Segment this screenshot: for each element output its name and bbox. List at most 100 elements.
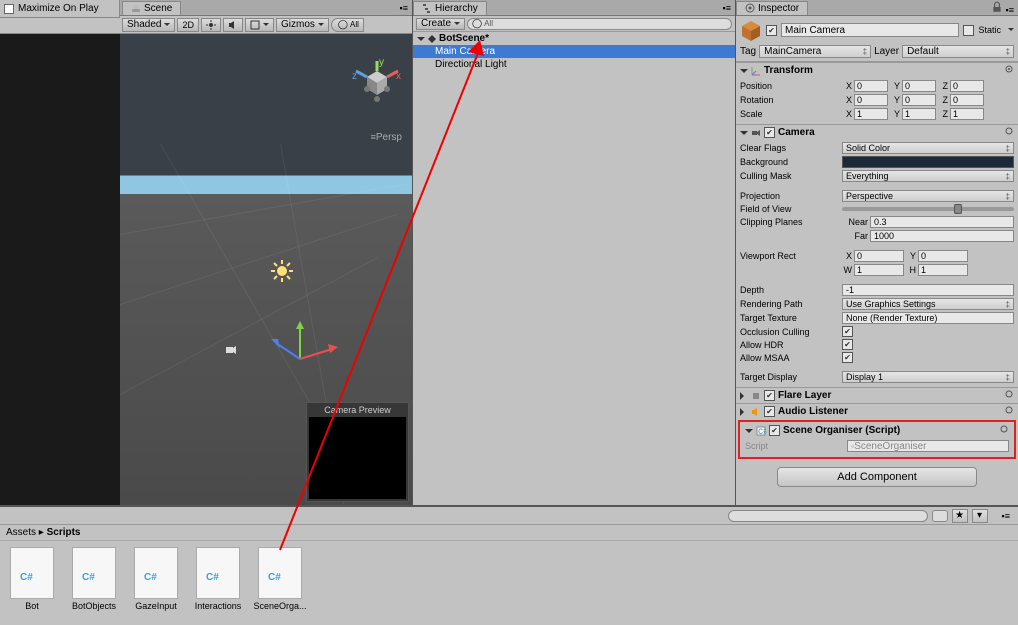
image-icon (250, 20, 260, 30)
orientation-gizmo[interactable]: y x z (352, 59, 402, 109)
static-dropdown[interactable] (1005, 25, 1014, 36)
scale-y[interactable]: 1 (902, 108, 936, 120)
viewport-y[interactable]: 0 (918, 250, 968, 262)
search-mode-button[interactable] (932, 510, 948, 522)
unity-scene-icon (427, 34, 437, 44)
hierarchy-create-dropdown[interactable]: Create (416, 18, 465, 30)
directional-light-gizmo[interactable] (270, 259, 294, 283)
csharp-file-icon: C# (196, 547, 240, 599)
position-y[interactable]: 0 (902, 80, 936, 92)
add-component-button[interactable]: Add Component (777, 467, 977, 487)
layer-dropdown[interactable]: Default (902, 45, 1014, 58)
rotation-x[interactable]: 0 (854, 94, 888, 106)
position-x[interactable]: 0 (854, 80, 888, 92)
msaa-checkbox[interactable] (842, 352, 853, 363)
filter-type-button[interactable]: ▾ (972, 509, 988, 523)
tab-inspector[interactable]: Inspector (736, 1, 808, 15)
script-field[interactable]: ◦ SceneOrganiser (847, 440, 1009, 452)
scale-x[interactable]: 1 (854, 108, 888, 120)
maximize-on-play-toggle[interactable]: Maximize On Play (0, 0, 120, 18)
toggle-audio[interactable] (223, 18, 243, 32)
transform-header[interactable]: Transform (736, 63, 1018, 78)
tab-hierarchy[interactable]: Hierarchy (413, 1, 487, 15)
position-z[interactable]: 0 (950, 80, 984, 92)
gear-icon[interactable] (1004, 64, 1014, 74)
inspector-icon (745, 3, 755, 13)
gear-icon[interactable] (1004, 389, 1014, 399)
camera-gizmo[interactable] (225, 344, 237, 356)
gameobject-active-checkbox[interactable] (766, 25, 777, 36)
asset-gazeinput[interactable]: C#GazeInput (130, 547, 182, 611)
svg-text:C#: C# (20, 572, 33, 583)
rotation-z[interactable]: 0 (950, 94, 984, 106)
hdr-checkbox[interactable] (842, 339, 853, 350)
scene-viewport[interactable]: y x z ≡Persp (120, 34, 412, 505)
gear-icon[interactable] (999, 424, 1009, 434)
background-color-field[interactable] (842, 156, 1014, 168)
audio-listener-header[interactable]: Audio Listener (736, 404, 1018, 419)
project-pane-menu[interactable]: ▪≡ (998, 511, 1014, 521)
occlusion-checkbox[interactable] (842, 326, 853, 337)
fov-slider[interactable] (842, 207, 1014, 211)
transform-gizmo[interactable] (270, 319, 340, 389)
highlight-box: c# Scene Organiser (Script) Script◦ Scen… (738, 420, 1016, 459)
far-clip-field[interactable]: 1000 (870, 230, 1014, 242)
flare-enabled-checkbox[interactable] (764, 390, 775, 401)
lock-icon (991, 1, 1003, 13)
project-search[interactable] (728, 510, 928, 522)
scale-z[interactable]: 1 (950, 108, 984, 120)
toggle-2d[interactable]: 2D (177, 18, 199, 32)
flare-icon (751, 391, 761, 401)
static-checkbox[interactable] (963, 25, 974, 36)
gameobject-name-field[interactable]: Main Camera (781, 23, 959, 37)
clear-flags-dropdown[interactable]: Solid Color (842, 142, 1014, 154)
gizmos-dropdown[interactable]: Gizmos (276, 18, 329, 32)
camera-header[interactable]: Camera (736, 125, 1018, 140)
asset-botobjects[interactable]: C#BotObjects (68, 547, 120, 611)
csharp-file-icon: C# (134, 547, 178, 599)
viewport-x[interactable]: 0 (854, 250, 904, 262)
gear-icon[interactable] (1004, 405, 1014, 415)
asset-label: Interactions (189, 601, 247, 611)
hierarchy-item-directional-light[interactable]: Directional Light (413, 58, 735, 71)
flare-layer-header[interactable]: Flare Layer (736, 388, 1018, 403)
csharp-file-icon: C# (258, 547, 302, 599)
camera-enabled-checkbox[interactable] (764, 127, 775, 138)
target-texture-field[interactable]: None (Render Texture) (842, 312, 1014, 324)
projection-dropdown[interactable]: Perspective (842, 190, 1014, 202)
gameobject-cube-icon[interactable] (740, 19, 762, 41)
hierarchy-scene-row[interactable]: BotScene* (413, 32, 735, 45)
rotation-y[interactable]: 0 (902, 94, 936, 106)
viewport-w[interactable]: 1 (854, 264, 904, 276)
viewport-h[interactable]: 1 (918, 264, 968, 276)
asset-interactions[interactable]: C# Interactions (192, 547, 244, 611)
audio-enabled-checkbox[interactable] (764, 406, 775, 417)
target-display-dropdown[interactable]: Display 1 (842, 371, 1014, 383)
tag-label: Tag (740, 46, 756, 57)
project-breadcrumb[interactable]: Assets ▸ Scripts (0, 525, 1018, 541)
scene-organiser-enabled-checkbox[interactable] (769, 425, 780, 436)
near-clip-field[interactable]: 0.3 (870, 216, 1014, 228)
asset-bot[interactable]: C#Bot (6, 547, 58, 611)
hierarchy-pane-menu[interactable]: ▪≡ (719, 3, 735, 13)
filter-favorites-button[interactable]: ★ (952, 509, 968, 523)
scene-icon (131, 3, 141, 13)
shading-mode-dropdown[interactable]: Shaded (122, 18, 175, 32)
audio-icon (228, 20, 238, 30)
tag-dropdown[interactable]: MainCamera (759, 45, 871, 58)
hierarchy-search[interactable]: ◯All (467, 18, 732, 30)
rendering-path-dropdown[interactable]: Use Graphics Settings (842, 298, 1014, 310)
culling-mask-dropdown[interactable]: Everything (842, 170, 1014, 182)
toggle-fx[interactable] (245, 18, 274, 32)
asset-sceneorga[interactable]: C#SceneOrga... (254, 547, 306, 611)
toggle-lighting[interactable] (201, 18, 221, 32)
tab-scene[interactable]: Scene (122, 1, 181, 15)
scene-pane-menu[interactable]: ▪≡ (396, 3, 412, 13)
scene-search[interactable]: ◯All (331, 18, 364, 32)
hierarchy-item-main-camera[interactable]: Main Camera (413, 45, 735, 58)
inspector-lock[interactable]: ▪≡ (987, 1, 1018, 15)
scene-organiser-header[interactable]: c# Scene Organiser (Script) (741, 423, 1013, 438)
depth-field[interactable]: -1 (842, 284, 1014, 296)
gear-icon[interactable] (1004, 126, 1014, 136)
game-preview-black (0, 34, 120, 505)
